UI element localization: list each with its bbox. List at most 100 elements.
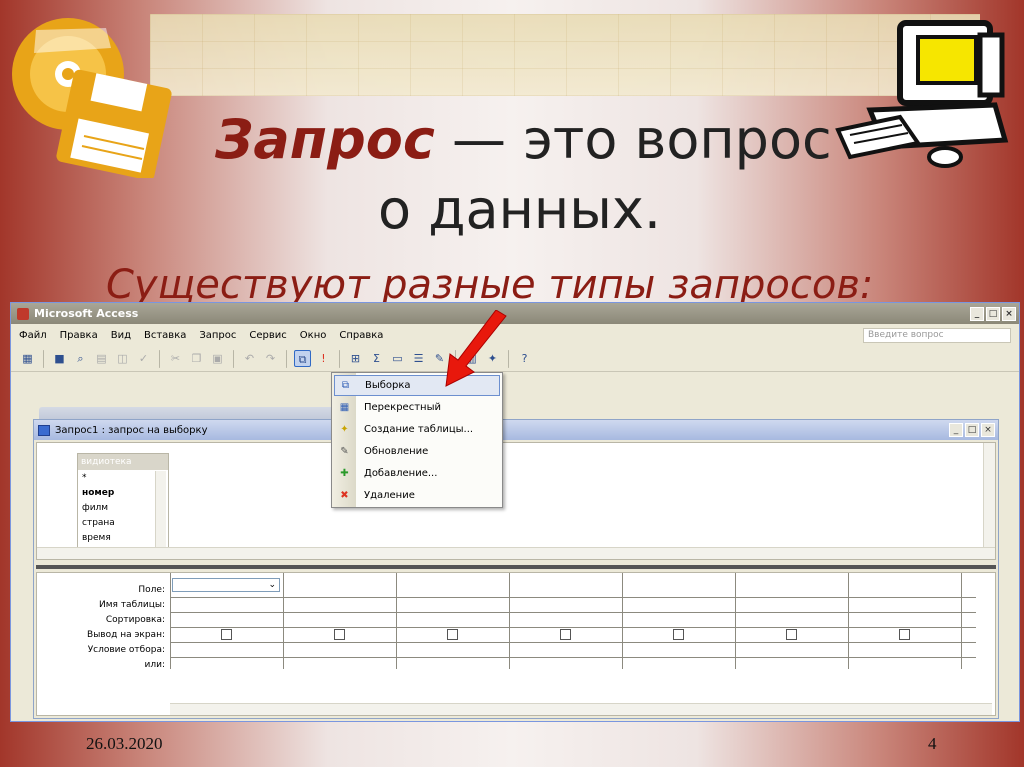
query-design-window: Запрос1 : запрос на выборку _ □ × видиот…	[33, 419, 999, 719]
menu-window[interactable]: Окно	[300, 330, 327, 341]
row-label-show: Вывод на экран:	[87, 630, 165, 640]
menu-help[interactable]: Справка	[339, 330, 383, 341]
show-checkbox[interactable]	[560, 629, 571, 640]
query-window-controls: _ □ ×	[949, 423, 995, 437]
save-icon[interactable]: ■	[51, 350, 68, 367]
toolbar-divider	[339, 349, 340, 368]
pane-splitter[interactable]	[36, 565, 996, 569]
restore-icon[interactable]: □	[986, 306, 1000, 321]
chevron-down-icon: ⌄	[268, 580, 276, 590]
background-window-tab	[39, 407, 339, 419]
restore-icon[interactable]: □	[965, 423, 979, 437]
field-item[interactable]: время	[82, 531, 115, 546]
grid-column[interactable]	[509, 573, 510, 669]
field-item[interactable]: страна	[82, 516, 115, 531]
app-title: Microsoft Access	[34, 307, 139, 320]
grid-column[interactable]	[622, 573, 623, 669]
redo-icon[interactable]: ↷	[262, 350, 279, 367]
toolbar-divider	[43, 349, 44, 368]
slide-subtitle: Существуют разные типы запросов:	[106, 262, 874, 304]
help-question-input[interactable]: Введите вопрос	[863, 328, 1011, 343]
field-item[interactable]: номер	[82, 486, 115, 501]
help-icon[interactable]: ?	[516, 350, 533, 367]
field-list-scrollbar[interactable]	[155, 471, 166, 555]
paste-icon[interactable]: ▣	[209, 350, 226, 367]
query-icon	[38, 424, 50, 436]
grid-hscrollbar[interactable]	[170, 703, 992, 715]
print-icon[interactable]: ▤	[93, 350, 110, 367]
menu-tools[interactable]: Сервис	[249, 330, 286, 341]
show-checkbox[interactable]	[899, 629, 910, 640]
minimize-icon[interactable]: _	[949, 423, 963, 437]
menu-item-crosstab[interactable]: ▦ Перекрестный	[334, 397, 500, 418]
row-label-sort: Сортировка:	[105, 615, 165, 625]
run-icon[interactable]: !	[315, 350, 332, 367]
table-pane-hscrollbar[interactable]	[37, 547, 995, 559]
menu-bar: Файл Правка Вид Вставка Запрос Сервис Ок…	[11, 324, 1019, 346]
show-checkbox[interactable]	[786, 629, 797, 640]
grid-columns	[170, 573, 976, 669]
spelling-icon[interactable]: ✓	[135, 350, 152, 367]
field-dropdown[interactable]: ⌄	[172, 578, 280, 592]
menu-edit[interactable]: Правка	[60, 330, 98, 341]
row-label-or: или:	[144, 660, 165, 670]
grid-column[interactable]	[735, 573, 736, 669]
field-item[interactable]: филм	[82, 501, 115, 516]
slide-title-line1: Запрос — это вопрос	[215, 108, 832, 171]
menu-item-append[interactable]: ✚ Добавление...	[334, 463, 500, 484]
show-table-icon[interactable]: ⊞	[347, 350, 364, 367]
title-keyword: Запрос	[215, 108, 435, 171]
menu-file[interactable]: Файл	[19, 330, 47, 341]
close-icon[interactable]: ×	[981, 423, 995, 437]
grid-column[interactable]	[170, 573, 171, 669]
table-pane-vscrollbar[interactable]	[983, 443, 995, 548]
totals-icon[interactable]: Σ	[368, 350, 385, 367]
grid-row-labels: Поле: Имя таблицы: Сортировка: Вывод на …	[37, 583, 165, 673]
field-item[interactable]: *	[82, 471, 115, 486]
grid-column[interactable]	[961, 573, 962, 669]
show-checkbox[interactable]	[334, 629, 345, 640]
show-checkbox[interactable]	[673, 629, 684, 640]
grid-column[interactable]	[848, 573, 849, 669]
view-icon[interactable]: ▦	[19, 350, 36, 367]
toolbar-divider	[286, 349, 287, 368]
table-field-list[interactable]: видиотека * номер филм страна время	[77, 453, 169, 557]
grid-column[interactable]	[283, 573, 284, 669]
access-app-icon	[17, 307, 29, 320]
top-values-icon[interactable]: ▭	[389, 350, 406, 367]
menu-item-label: Удаление	[364, 490, 415, 501]
show-checkbox[interactable]	[221, 629, 232, 640]
menu-item-delete[interactable]: ✖ Удаление	[334, 485, 500, 506]
close-icon[interactable]: ×	[1002, 306, 1016, 321]
table-pane: видиотека * номер филм страна время	[36, 442, 996, 560]
query-window-title: Запрос1 : запрос на выборку	[55, 424, 208, 436]
menu-item-label: Обновление	[364, 446, 429, 457]
menu-item-label: Добавление...	[364, 468, 438, 479]
menu-view[interactable]: Вид	[111, 330, 131, 341]
copy-icon[interactable]: ❐	[188, 350, 205, 367]
red-pointer-arrow-icon	[445, 310, 507, 387]
properties-icon[interactable]: ☰	[410, 350, 427, 367]
cut-icon[interactable]: ✂	[167, 350, 184, 367]
minimize-icon[interactable]: _	[970, 306, 984, 321]
search-icon[interactable]: ⌕	[72, 350, 89, 367]
print-preview-icon[interactable]: ◫	[114, 350, 131, 367]
grid-column[interactable]	[396, 573, 397, 669]
menu-query[interactable]: Запрос	[199, 330, 236, 341]
show-checkbox[interactable]	[447, 629, 458, 640]
menu-item-make-table[interactable]: ✦ Создание таблицы...	[334, 419, 500, 440]
row-label-table: Имя таблицы:	[99, 600, 165, 610]
select-query-icon: ⧉	[341, 380, 350, 391]
design-grid: Поле: Имя таблицы: Сортировка: Вывод на …	[36, 572, 996, 716]
slide-page-number: 4	[928, 734, 937, 753]
query-type-icon[interactable]: ⧉	[294, 350, 311, 367]
toolbar: ▦ ■ ⌕ ▤ ◫ ✓ ✂ ❐ ▣ ↶ ↷ ⧉ ! ⊞ Σ ▭ ☰ ✎ ▥ ✦ …	[11, 346, 1019, 372]
menu-item-label: Выборка	[365, 380, 411, 391]
toolbar-divider	[233, 349, 234, 368]
menu-item-update[interactable]: ✎ Обновление	[334, 441, 500, 462]
menu-insert[interactable]: Вставка	[144, 330, 186, 341]
update-query-icon: ✎	[340, 446, 349, 457]
crosstab-query-icon: ▦	[339, 402, 350, 413]
undo-icon[interactable]: ↶	[241, 350, 258, 367]
append-query-icon: ✚	[340, 468, 349, 479]
